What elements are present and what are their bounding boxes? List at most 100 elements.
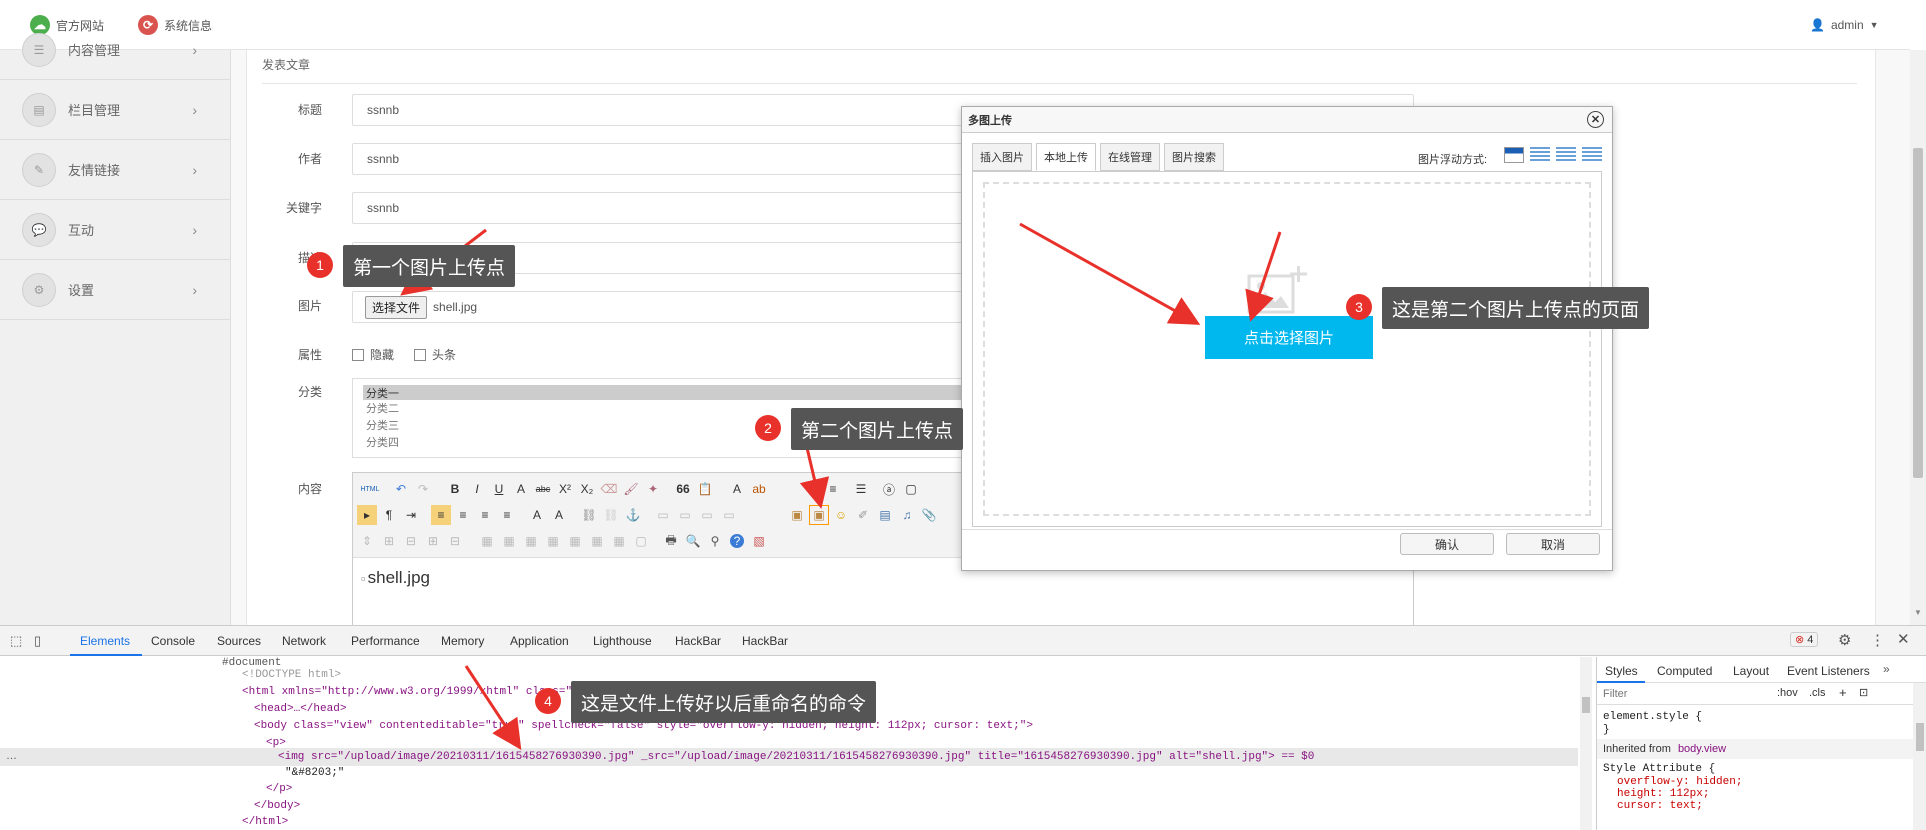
superscript-icon[interactable]: X² bbox=[555, 479, 575, 499]
multi-image-upload-icon[interactable]: ▣ bbox=[809, 505, 829, 525]
tab-network[interactable]: Network bbox=[282, 634, 326, 648]
style-prop-overflow[interactable]: overflow-y: hidden; bbox=[1617, 776, 1742, 788]
preview-icon[interactable]: 🔍 bbox=[683, 531, 703, 551]
close-icon[interactable]: ✕ bbox=[1587, 111, 1604, 128]
font-size-down-icon[interactable]: A bbox=[549, 505, 569, 525]
tab-layout[interactable]: Layout bbox=[1733, 664, 1769, 678]
align-center-icon[interactable]: ≡ bbox=[453, 505, 473, 525]
cell-props-icon[interactable]: ▦ bbox=[609, 531, 629, 551]
table-merge-icon[interactable]: ▦ bbox=[477, 531, 497, 551]
style-prop-cursor[interactable]: cursor: text; bbox=[1617, 800, 1703, 812]
simple-upload-icon[interactable]: ▣ bbox=[787, 505, 807, 525]
paragraph-icon[interactable]: ⓐ bbox=[879, 479, 899, 499]
sidebar-item-content[interactable]: ☰ 内容管理 › bbox=[0, 20, 231, 80]
style-attribute-rule[interactable]: Style Attribute { bbox=[1603, 763, 1715, 775]
music-icon[interactable]: ♫ bbox=[897, 505, 917, 525]
print-icon[interactable]: 🖶 bbox=[661, 531, 681, 551]
table-icon[interactable]: ▦ bbox=[565, 531, 585, 551]
sidebar-item-columns[interactable]: ▤ 栏目管理 › bbox=[0, 80, 231, 140]
search-replace-icon[interactable]: ⚲ bbox=[705, 531, 725, 551]
sidebar-item-links[interactable]: ✎ 友情链接 › bbox=[0, 140, 231, 200]
table-split-icon[interactable]: ▦ bbox=[499, 531, 519, 551]
select-image-button[interactable]: 点击选择图片 bbox=[1205, 316, 1373, 359]
underline-icon[interactable]: U bbox=[489, 479, 509, 499]
close-devtools-icon[interactable]: ✕ bbox=[1897, 630, 1910, 648]
confirm-button[interactable]: 确认 bbox=[1400, 533, 1494, 555]
float-right-icon[interactable] bbox=[1556, 147, 1576, 163]
quote-icon[interactable]: 66 bbox=[673, 479, 693, 499]
choose-file-button[interactable]: 选择文件 bbox=[365, 295, 428, 319]
scrawl-icon[interactable]: ✐ bbox=[853, 505, 873, 525]
indent-icon[interactable]: ⇥ bbox=[401, 505, 421, 525]
tab-local-upload[interactable]: 本地上传 bbox=[1036, 143, 1096, 171]
image-center-icon[interactable]: ▭ bbox=[719, 505, 739, 525]
cancel-button[interactable]: 取消 bbox=[1506, 533, 1600, 555]
dom-tree-scrollbar-thumb[interactable] bbox=[1582, 697, 1590, 713]
bold-icon[interactable]: B bbox=[445, 479, 465, 499]
more-options-icon[interactable]: ⋮ bbox=[1870, 631, 1885, 649]
float-center-icon[interactable] bbox=[1582, 147, 1602, 163]
new-rule-icon[interactable]: + bbox=[1839, 685, 1847, 700]
chart-icon[interactable]: ▢ bbox=[631, 531, 651, 551]
html-source-icon[interactable]: HTML bbox=[357, 479, 383, 499]
undo-icon[interactable]: ↶ bbox=[391, 479, 411, 499]
dom-node-text[interactable]: "&#8203;" bbox=[285, 767, 344, 779]
sidebar-item-interaction[interactable]: 💬 互动 › bbox=[0, 200, 231, 260]
paste-plain-icon[interactable]: 📋 bbox=[695, 479, 715, 499]
node-actions-icon[interactable]: … bbox=[6, 750, 17, 762]
inherited-target[interactable]: body.view bbox=[1678, 743, 1726, 755]
ordered-list-icon[interactable]: ≡ bbox=[823, 479, 843, 499]
settings-gear-icon[interactable]: ⚙ bbox=[1838, 631, 1851, 649]
anchor-icon[interactable]: ⚓ bbox=[623, 505, 643, 525]
auto-format-icon[interactable]: ✦ bbox=[643, 479, 663, 499]
table-insert-col-icon[interactable]: ⊞ bbox=[423, 531, 443, 551]
dom-node-document[interactable]: #document bbox=[222, 657, 281, 669]
emoji-icon[interactable]: ☺ bbox=[831, 505, 851, 525]
dom-node-body-close[interactable]: </body> bbox=[254, 800, 300, 812]
ltr-icon[interactable]: ▸ bbox=[357, 505, 377, 525]
table-split-col-icon[interactable]: ▦ bbox=[543, 531, 563, 551]
tab-image-search[interactable]: 图片搜索 bbox=[1164, 143, 1224, 171]
sidebar-toggle-icon[interactable]: ⊡ bbox=[1859, 686, 1868, 699]
redo-icon[interactable]: ↷ bbox=[413, 479, 433, 499]
broken-image[interactable]: ▫ shell.jpg bbox=[361, 568, 430, 588]
element-style-rule[interactable]: element.style { bbox=[1603, 711, 1702, 723]
italic-icon[interactable]: I bbox=[467, 479, 487, 499]
dom-tree-scrollbar[interactable] bbox=[1580, 657, 1592, 830]
inspect-element-icon[interactable]: ⬚ bbox=[10, 633, 22, 649]
tab-styles[interactable]: Styles bbox=[1605, 664, 1638, 678]
dom-node-html-close[interactable]: </html> bbox=[242, 816, 288, 828]
unlink-icon[interactable]: ⛓ bbox=[601, 505, 621, 525]
tab-console[interactable]: Console bbox=[151, 634, 195, 648]
align-justify-icon[interactable]: ≡ bbox=[497, 505, 517, 525]
error-counter[interactable]: ⊗ 4 bbox=[1790, 632, 1819, 647]
eraser-icon[interactable]: ⌫ bbox=[599, 479, 619, 499]
subscript-icon[interactable]: X₂ bbox=[577, 479, 597, 499]
page-scrollbar[interactable]: ▼ bbox=[1910, 50, 1926, 625]
styles-scrollbar-thumb[interactable] bbox=[1916, 723, 1924, 751]
dom-node-img-selected[interactable]: <img src="/upload/image/20210311/1615458… bbox=[278, 751, 1314, 763]
help-icon[interactable]: ? bbox=[730, 534, 744, 548]
align-left-icon[interactable]: ≡ bbox=[431, 505, 451, 525]
float-left-icon[interactable] bbox=[1530, 147, 1550, 163]
dom-node-p-close[interactable]: </p> bbox=[266, 783, 292, 795]
table-props-icon[interactable]: ▦ bbox=[587, 531, 607, 551]
row-spacing-icon[interactable]: ⇕ bbox=[357, 531, 377, 551]
font-size-up-icon[interactable]: A bbox=[527, 505, 547, 525]
scroll-down-icon[interactable]: ▼ bbox=[1914, 608, 1922, 617]
class-toggle[interactable]: .cls bbox=[1809, 687, 1826, 699]
tab-elements[interactable]: Elements bbox=[80, 634, 130, 648]
styles-scrollbar[interactable] bbox=[1913, 683, 1926, 830]
hidden-checkbox[interactable] bbox=[352, 348, 364, 361]
hover-state-toggle[interactable]: :hov bbox=[1777, 687, 1798, 699]
tab-hackbar[interactable]: HackBar bbox=[675, 634, 721, 648]
style-prop-height[interactable]: height: 112px; bbox=[1617, 788, 1709, 800]
image-float-right-icon[interactable]: ▭ bbox=[697, 505, 717, 525]
image-float-left-icon[interactable]: ▭ bbox=[675, 505, 695, 525]
font-color-icon[interactable]: A bbox=[727, 479, 747, 499]
format-brush-icon[interactable]: 🖌 bbox=[621, 479, 641, 499]
tab-performance[interactable]: Performance bbox=[351, 634, 420, 648]
highlight-icon[interactable]: ab bbox=[749, 479, 769, 499]
dom-node-doctype[interactable]: <!DOCTYPE html> bbox=[242, 669, 341, 681]
table-delete-col-icon[interactable]: ⊟ bbox=[445, 531, 465, 551]
